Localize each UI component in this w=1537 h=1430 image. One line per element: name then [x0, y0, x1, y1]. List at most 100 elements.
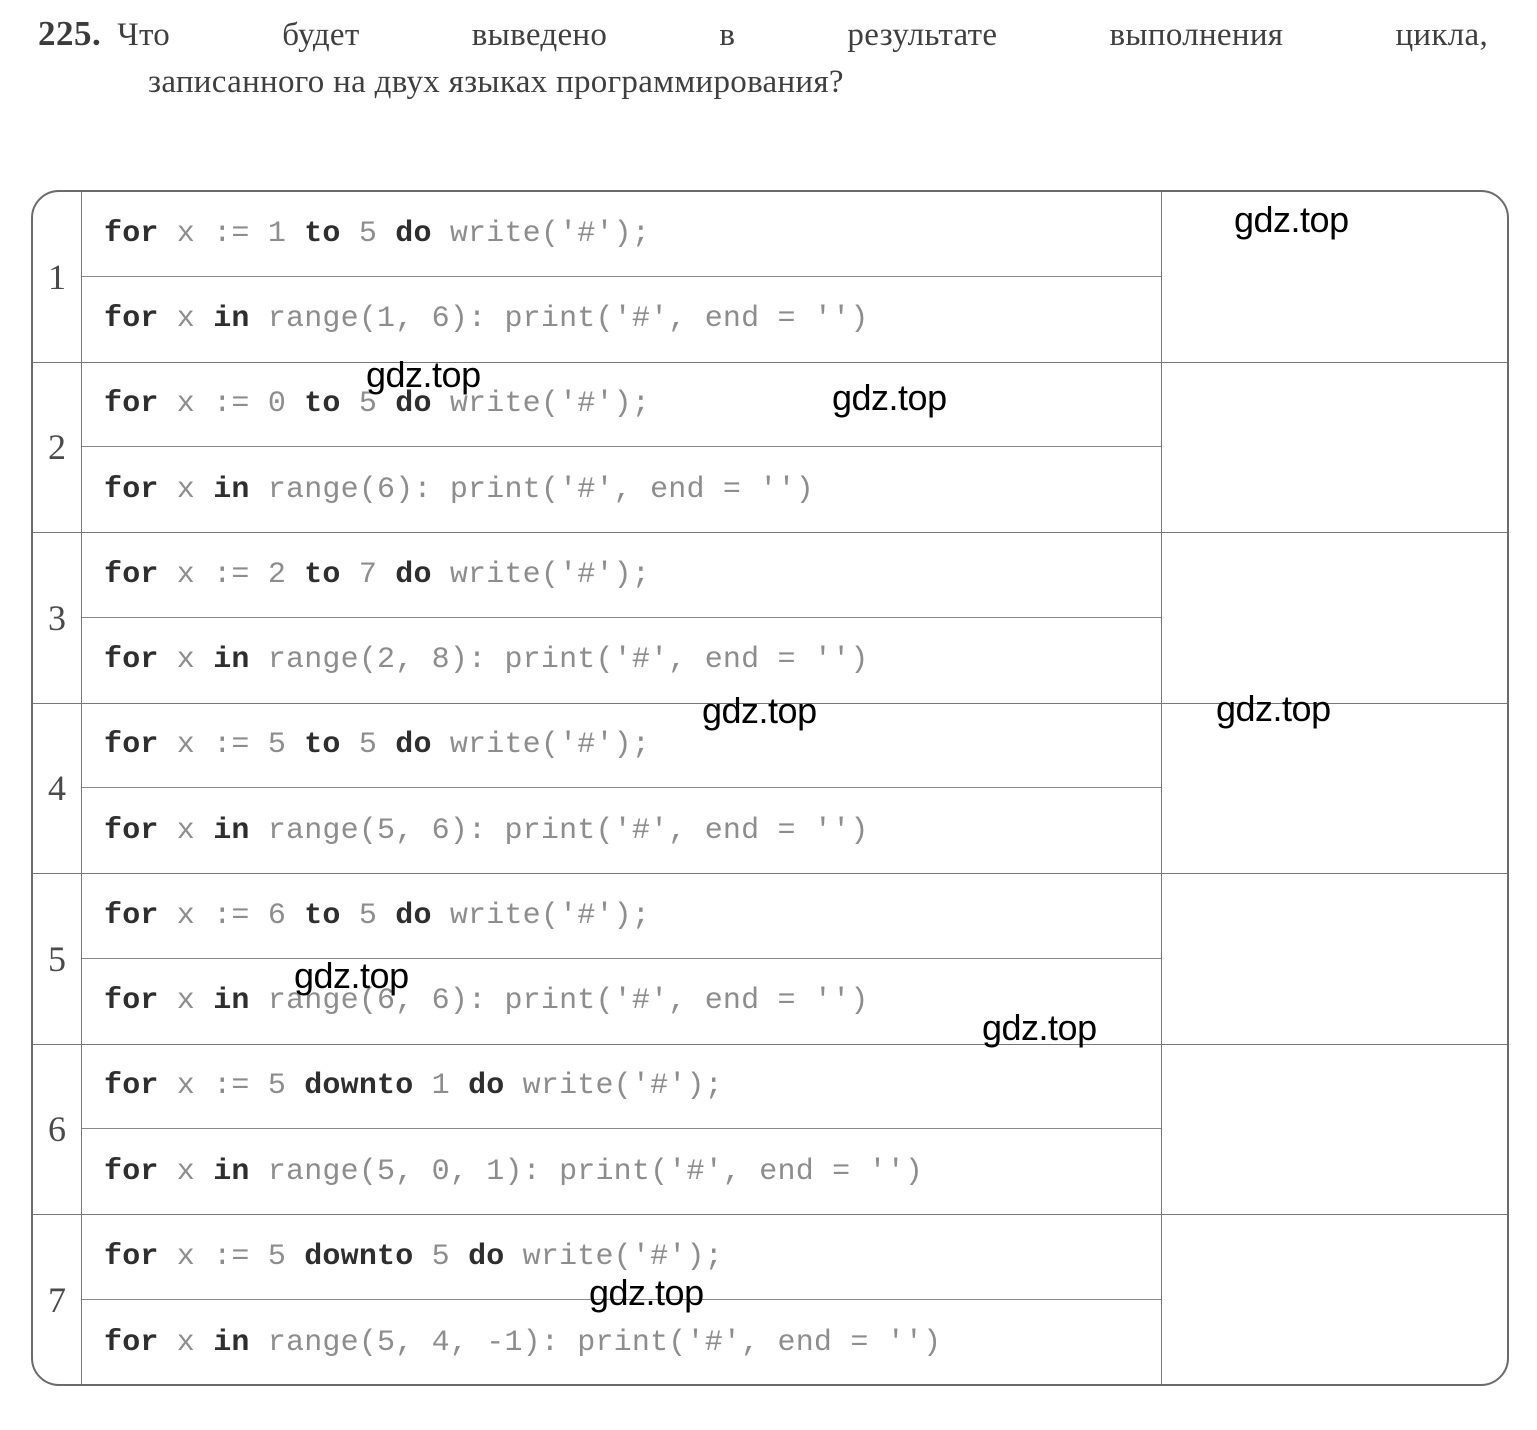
pascal-body-segment: write('#');: [504, 1240, 723, 1275]
pascal-body-segment: write('#');: [504, 1069, 723, 1104]
pascal-keyword-for: for: [104, 1069, 159, 1104]
pascal-code-line: for x := 5 downto 1 do write('#');: [82, 1045, 1161, 1130]
table-row: 3 for x := 2 to 7 do write('#'); for x in …: [33, 533, 1507, 704]
python-keyword-in: in: [213, 1325, 250, 1360]
pascal-keyword-direction: to: [304, 557, 341, 592]
pascal-limit-segment: 5: [340, 898, 396, 933]
code-cell: for x := 1 to 5 do write('#'); for x in r…: [82, 192, 1162, 362]
python-keyword-for: for: [104, 643, 159, 678]
pascal-keyword-for: for: [104, 387, 159, 422]
python-code-line: for x in range(6): print('#', end = ''): [82, 447, 1161, 532]
pascal-code-line: for x := 5 to 5 do write('#');: [82, 704, 1161, 789]
pascal-keyword-do: do: [395, 898, 432, 933]
pascal-limit-segment: 7: [340, 557, 396, 592]
pascal-body-segment: write('#');: [431, 557, 651, 592]
python-body-segment: range(6): print('#', end = ''): [249, 472, 814, 507]
python-variable: x: [158, 1325, 214, 1360]
pascal-keyword-do: do: [395, 557, 432, 592]
python-variable: x: [158, 302, 214, 337]
question-text-line-1: Что будет выведено в результате выполнен…: [117, 17, 1488, 53]
question-text-line-2: записанного на двух языках программирова…: [148, 64, 844, 100]
pascal-keyword-for: for: [104, 1240, 159, 1275]
python-code-line: for x in range(6, 6): print('#', end = '…: [82, 959, 1161, 1044]
pascal-body-segment: write('#');: [431, 898, 651, 933]
python-keyword-in: in: [213, 643, 250, 678]
python-body-segment: range(6, 6): print('#', end = ''): [249, 984, 869, 1019]
python-body-segment: range(5, 6): print('#', end = ''): [249, 813, 869, 848]
pascal-header-segment: x := 5: [158, 1240, 305, 1275]
python-variable: x: [158, 1154, 214, 1189]
pascal-keyword-direction: downto: [304, 1069, 414, 1104]
pascal-keyword-for: for: [104, 898, 159, 933]
python-keyword-for: for: [104, 302, 159, 337]
pascal-keyword-direction: to: [304, 387, 341, 422]
table-row: 4 for x := 5 to 5 do write('#'); for x in …: [33, 703, 1507, 874]
row-index-cell: 7: [33, 1215, 82, 1384]
code-cell: for x := 0 to 5 do write('#'); for x in r…: [82, 362, 1162, 532]
question-number: 225.: [38, 14, 102, 53]
answer-cell[interactable]: [1162, 1045, 1507, 1215]
pascal-limit-segment: 5: [340, 728, 396, 763]
pascal-limit-segment: 1: [413, 1069, 469, 1104]
pascal-keyword-do: do: [468, 1240, 505, 1275]
python-code-line: for x in range(5, 6): print('#', end = '…: [82, 788, 1161, 873]
pascal-header-segment: x := 6: [158, 898, 305, 933]
python-keyword-for: for: [104, 813, 159, 848]
code-cell: for x := 5 downto 1 do write('#'); for x …: [82, 1044, 1162, 1214]
python-body-segment: range(1, 6): print('#', end = ''): [249, 302, 869, 337]
row-index-cell: 6: [33, 1044, 82, 1214]
answer-cell[interactable]: [1162, 704, 1507, 874]
question-block: 225. Что будет выведено в результате вып…: [38, 14, 1488, 101]
row-index-cell: 5: [33, 874, 82, 1044]
pascal-header-segment: x := 0: [158, 387, 305, 422]
pascal-header-segment: x := 5: [158, 728, 305, 763]
python-code-line: for x in range(2, 8): print('#', end = '…: [82, 618, 1161, 703]
pascal-body-segment: write('#');: [431, 216, 651, 251]
python-variable: x: [158, 472, 214, 507]
answer-cell[interactable]: [1162, 1215, 1507, 1384]
python-keyword-in: in: [213, 1154, 250, 1189]
pascal-limit-segment: 5: [413, 1240, 469, 1275]
code-comparison-table: 1 for x := 1 to 5 do write('#'); for x in …: [31, 190, 1509, 1386]
python-variable: x: [158, 984, 214, 1019]
pascal-body-segment: write('#');: [431, 387, 651, 422]
pascal-keyword-direction: to: [304, 216, 341, 251]
table-row: 7 for x := 5 downto 5 do write('#'); for x…: [33, 1215, 1507, 1384]
pascal-header-segment: x := 5: [158, 1069, 305, 1104]
pascal-keyword-do: do: [395, 728, 432, 763]
python-body-segment: range(5, 4, -1): print('#', end = ''): [249, 1325, 942, 1360]
pascal-keyword-do: do: [468, 1069, 505, 1104]
python-variable: x: [158, 813, 214, 848]
table-row: 2 for x := 0 to 5 do write('#'); for x in …: [33, 362, 1507, 533]
code-cell: for x := 5 downto 5 do write('#'); for x …: [82, 1215, 1162, 1384]
python-keyword-for: for: [104, 1154, 159, 1189]
pascal-keyword-for: for: [104, 557, 159, 592]
pascal-limit-segment: 5: [340, 387, 396, 422]
pascal-header-segment: x := 2: [158, 557, 305, 592]
python-keyword-in: in: [213, 472, 250, 507]
python-variable: x: [158, 643, 214, 678]
answer-cell[interactable]: [1162, 533, 1507, 703]
question-first-line: 225. Что будет выведено в результате вып…: [38, 14, 1488, 54]
table-row: 1 for x := 1 to 5 do write('#'); for x in …: [33, 192, 1507, 363]
python-code-line: for x in range(1, 6): print('#', end = '…: [82, 277, 1161, 362]
pascal-keyword-do: do: [395, 216, 432, 251]
pascal-body-segment: write('#');: [431, 728, 651, 763]
table-row: 6 for x := 5 downto 1 do write('#'); for x…: [33, 1044, 1507, 1215]
pascal-code-line: for x := 6 to 5 do write('#');: [82, 874, 1161, 959]
answer-cell[interactable]: [1162, 192, 1507, 362]
pascal-keyword-direction: to: [304, 728, 341, 763]
pascal-code-line: for x := 0 to 5 do write('#');: [82, 363, 1161, 448]
pascal-limit-segment: 5: [340, 216, 396, 251]
code-cell: for x := 6 to 5 do write('#'); for x in r…: [82, 874, 1162, 1044]
pascal-code-line: for x := 1 to 5 do write('#');: [82, 192, 1161, 277]
python-body-segment: range(2, 8): print('#', end = ''): [249, 643, 869, 678]
pascal-keyword-direction: downto: [304, 1240, 414, 1275]
pascal-keyword-do: do: [395, 387, 432, 422]
answer-cell[interactable]: [1162, 874, 1507, 1044]
row-index-cell: 3: [33, 533, 82, 703]
python-body-segment: range(5, 0, 1): print('#', end = ''): [249, 1154, 924, 1189]
answer-cell[interactable]: [1162, 363, 1507, 533]
python-keyword-for: for: [104, 472, 159, 507]
python-keyword-in: in: [213, 813, 250, 848]
